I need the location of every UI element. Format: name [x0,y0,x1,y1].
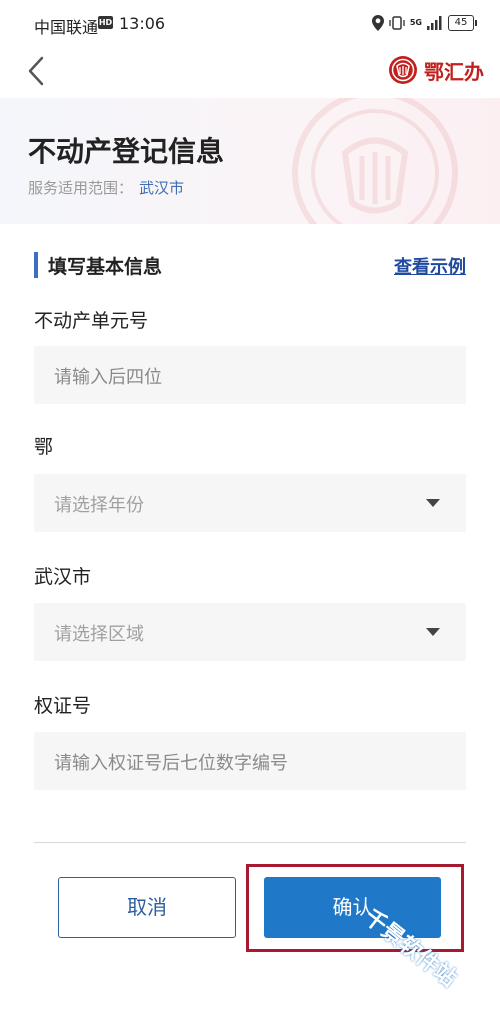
chevron-down-icon [426,628,440,636]
logo-emblem-icon [389,56,417,84]
field-label-city: 武汉市 [34,566,92,588]
system-icons: 5G 45 [371,14,477,32]
scope-label: 服务适用范围： [28,179,134,197]
field-label-unit-number: 不动产单元号 [34,310,149,332]
field-label-province: 鄂 [34,436,54,458]
certificate-number-placeholder: 请输入权证号后七位数字编号 [54,753,288,774]
back-icon[interactable] [22,54,54,88]
emblem-watermark-icon [292,98,458,224]
signal-icon [427,16,442,30]
service-scope: 服务适用范围： 武汉市 [28,177,184,198]
scope-value: 武汉市 [139,179,185,197]
app-logo: 鄂汇办 [388,52,484,88]
nav-bar: 鄂汇办 [0,46,500,96]
battery-icon: 45 [448,15,477,31]
unit-number-placeholder: 请输入后四位 [54,367,162,388]
view-example-link[interactable]: 查看示例 [394,253,466,279]
section-accent-bar [34,252,38,278]
region-select-placeholder: 请选择区域 [54,624,144,645]
network-type: 5G [409,18,422,27]
page-header: 不动产登记信息 服务适用范围： 武汉市 [0,98,500,224]
vibrate-icon [389,16,405,30]
clock: 13:06 [119,14,166,33]
page-title: 不动产登记信息 [28,135,225,168]
hd-icon: HD [98,16,113,29]
section-title: 填写基本信息 [48,256,163,278]
logo-text: 鄂汇办 [424,59,484,84]
divider [34,842,466,843]
region-select[interactable]: 请选择区域 [34,603,466,661]
field-label-certificate-number: 权证号 [34,695,92,717]
certificate-number-input[interactable]: 请输入权证号后七位数字编号 [34,732,466,790]
unit-number-input[interactable]: 请输入后四位 [34,346,466,404]
status-bar: 中国联通 HD 13:06 5G 45 [0,0,500,46]
year-select[interactable]: 请选择年份 [34,474,466,532]
chevron-down-icon [426,499,440,507]
year-select-placeholder: 请选择年份 [54,495,144,516]
section-header: 填写基本信息 查看示例 [34,250,466,282]
cancel-button[interactable]: 取消 [58,877,236,938]
battery-level: 45 [454,17,468,28]
location-icon [371,15,384,31]
carrier-name: 中国联通 [34,18,99,37]
